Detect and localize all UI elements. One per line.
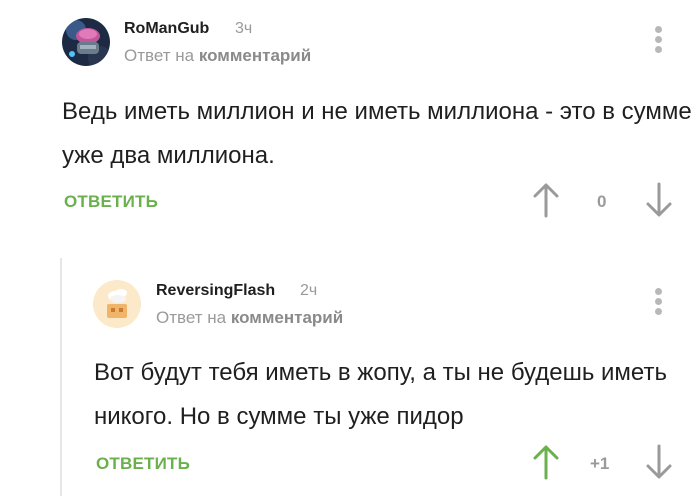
parent-comment-link[interactable]: комментарий [231,308,343,327]
more-menu-icon[interactable] [652,288,664,320]
vote-score: +1 [590,454,610,473]
downvote-arrow-icon[interactable] [645,444,673,480]
comment: ReversingFlash 2ч Ответ на комментарий В… [0,0,700,480]
username[interactable]: ReversingFlash [156,282,275,300]
reply-to-label: Ответ на комментарий [156,308,343,328]
reply-button[interactable]: ОТВЕТИТЬ [96,454,190,474]
comment-text: Вот будут тебя иметь в жопу, а ты не буд… [94,359,667,430]
avatar[interactable] [93,280,141,328]
reply-prefix: Ответ на [156,308,227,327]
upvote-arrow-icon[interactable] [532,444,560,480]
thread-line [60,258,62,496]
comment-time: 2ч [300,282,318,299]
